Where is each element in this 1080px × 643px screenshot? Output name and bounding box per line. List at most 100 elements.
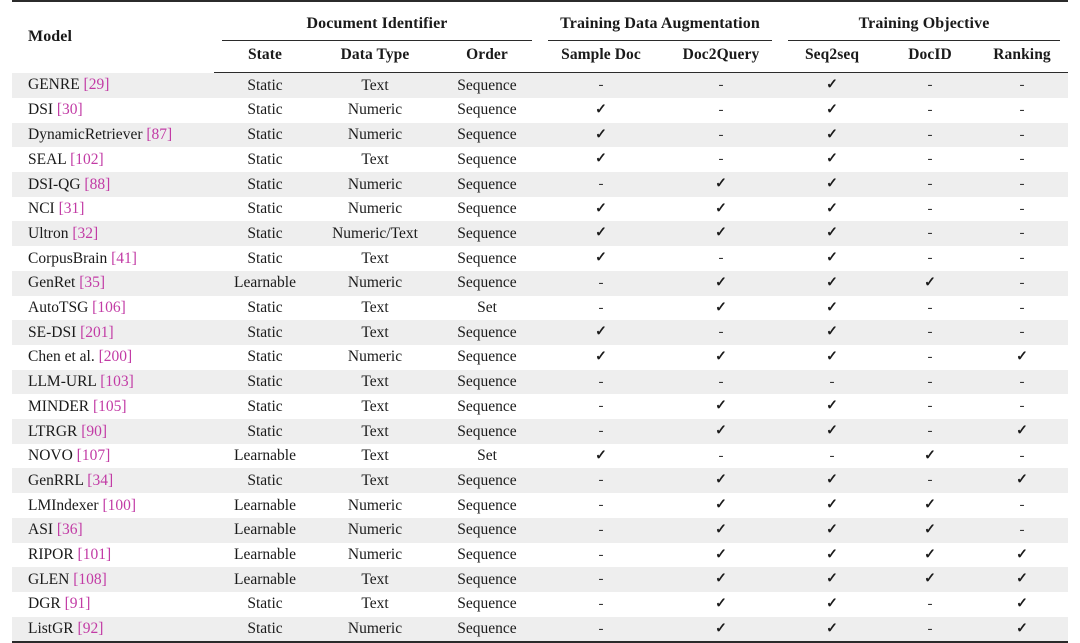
group-header-training-objective: Training Objective: [780, 0, 1068, 40]
cell-docid: -: [884, 295, 976, 321]
cell-ranking: ✓: [976, 344, 1068, 370]
citation-link[interactable]: [31]: [59, 200, 85, 217]
citation-link[interactable]: [106]: [92, 299, 126, 316]
table-row: LTRGR [90] Static Text Sequence - ✓ ✓ - ✓: [12, 419, 1068, 444]
cell-seq2seq: ✓: [780, 72, 884, 98]
column-header-order: Order: [434, 41, 540, 74]
citation-link[interactable]: [35]: [79, 274, 105, 291]
cell-ranking: -: [976, 270, 1068, 296]
dash-icon: -: [1019, 497, 1025, 514]
cell-sample-doc: -: [540, 542, 662, 568]
dash-icon: -: [1019, 299, 1025, 316]
header-group-row: Model Document Identifier Training Data …: [12, 0, 1068, 73]
dash-icon: -: [598, 571, 604, 588]
cell-model: DSI-QG [88]: [12, 172, 214, 197]
cell-model: ListGR [92]: [12, 616, 214, 643]
cell-model: CorpusBrain [41]: [12, 246, 214, 271]
citation-link[interactable]: [103]: [100, 373, 134, 390]
check-icon: ✓: [826, 176, 838, 192]
citation-link[interactable]: [34]: [87, 472, 113, 489]
cell-sample-doc: -: [540, 72, 662, 98]
cell-seq2seq: ✓: [780, 147, 884, 172]
cell-order: Sequence: [434, 246, 540, 271]
citation-link[interactable]: [101]: [78, 546, 112, 563]
dash-icon: -: [927, 200, 933, 217]
dash-icon: -: [1019, 176, 1025, 192]
cell-model: Chen et al. [200]: [12, 344, 214, 370]
cell-ranking: -: [976, 97, 1068, 123]
cell-ranking: -: [976, 517, 1068, 543]
cell-model: NCI [31]: [12, 196, 214, 222]
cell-sample-doc: -: [540, 468, 662, 494]
dash-icon: -: [718, 250, 724, 267]
cell-doc2query: -: [662, 122, 780, 148]
citation-link[interactable]: [92]: [78, 620, 104, 637]
cell-seq2seq: -: [780, 369, 884, 395]
table-row: GENRE [29] Static Text Sequence - - ✓ - -: [12, 72, 1068, 98]
citation-link[interactable]: [105]: [93, 398, 127, 415]
cell-data-type: Numeric: [316, 493, 434, 518]
citation-link[interactable]: [88]: [84, 176, 110, 193]
check-icon: ✓: [595, 324, 607, 340]
citation-link[interactable]: [87]: [146, 126, 172, 143]
cell-data-type: Text: [316, 443, 434, 469]
cell-state: Static: [214, 196, 316, 222]
cell-data-type: Text: [316, 468, 434, 494]
cell-model: LMIndexer [100]: [12, 493, 214, 518]
model-name: LLM-URL: [28, 373, 97, 391]
cell-ranking: -: [976, 172, 1068, 197]
cell-doc2query: ✓: [662, 394, 780, 420]
check-icon: ✓: [826, 596, 838, 612]
cell-seq2seq: ✓: [780, 468, 884, 494]
citation-link[interactable]: [30]: [57, 101, 83, 118]
citation-link[interactable]: [200]: [99, 348, 133, 365]
citation-link[interactable]: [102]: [70, 151, 104, 168]
citation-link[interactable]: [91]: [65, 595, 91, 612]
table-row: ListGR [92] Static Numeric Sequence - ✓ ✓ - ✓: [12, 616, 1068, 643]
citation-link[interactable]: [41]: [111, 250, 137, 267]
cell-seq2seq: ✓: [780, 394, 884, 420]
model-name: SE-DSI: [28, 323, 77, 341]
cell-sample-doc: -: [540, 567, 662, 592]
column-header-seq2seq: Seq2seq: [780, 41, 884, 74]
citation-link[interactable]: [32]: [72, 225, 98, 242]
check-icon: ✓: [826, 225, 838, 241]
check-icon: ✓: [826, 201, 838, 217]
cell-data-type: Numeric: [316, 97, 434, 123]
dash-icon: -: [1019, 200, 1025, 217]
cell-order: Sequence: [434, 147, 540, 172]
cell-sample-doc: ✓: [540, 196, 662, 222]
cell-docid: ✓: [884, 517, 976, 543]
citation-link[interactable]: [90]: [81, 423, 107, 440]
citation-link[interactable]: [201]: [80, 324, 114, 341]
cell-seq2seq: ✓: [780, 270, 884, 296]
model-name: NCI: [28, 200, 55, 218]
check-icon: ✓: [1016, 621, 1028, 637]
table-row: Ultron [32] Static Numeric/Text Sequence ✓ ✓ ✓…: [12, 221, 1068, 247]
cell-data-type: Numeric/Text: [316, 221, 434, 247]
citation-link[interactable]: [36]: [57, 521, 83, 538]
cell-docid: -: [884, 344, 976, 370]
cell-sample-doc: -: [540, 493, 662, 518]
cell-ranking: ✓: [976, 468, 1068, 494]
citation-link[interactable]: [29]: [84, 76, 110, 93]
model-name: GLEN: [28, 570, 70, 588]
group-header-training-data-augmentation: Training Data Augmentation: [540, 0, 780, 40]
check-icon: ✓: [826, 275, 838, 291]
cell-sample-doc: -: [540, 419, 662, 444]
cell-seq2seq: ✓: [780, 419, 884, 444]
cell-state: Static: [214, 591, 316, 617]
model-name: DSI-QG: [28, 175, 81, 193]
cell-ranking: -: [976, 369, 1068, 395]
cell-order: Sequence: [434, 270, 540, 296]
dash-icon: -: [598, 423, 604, 440]
citation-link[interactable]: [100]: [102, 497, 136, 514]
cell-docid: -: [884, 591, 976, 617]
dash-icon: -: [718, 101, 724, 118]
citation-link[interactable]: [108]: [73, 571, 107, 588]
citation-link[interactable]: [107]: [77, 447, 111, 464]
cell-seq2seq: ✓: [780, 172, 884, 197]
cell-docid: ✓: [884, 493, 976, 518]
cell-order: Sequence: [434, 369, 540, 395]
table-row: SE-DSI [201] Static Text Sequence ✓ - ✓ - -: [12, 320, 1068, 345]
